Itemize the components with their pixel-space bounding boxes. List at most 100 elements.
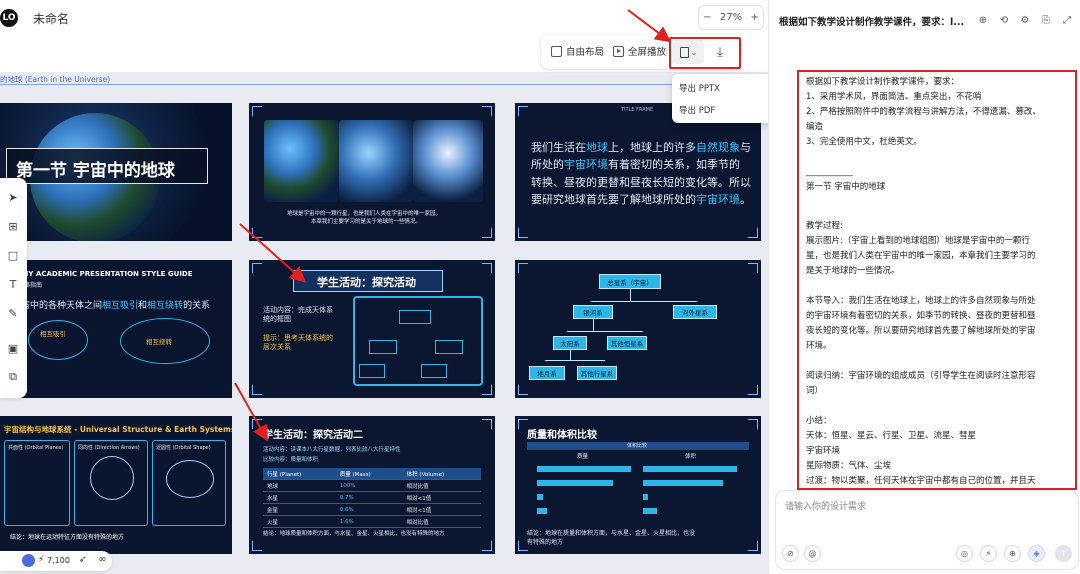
- rocket-icon[interactable]: ➶: [79, 555, 87, 565]
- chart-bar: [537, 480, 613, 486]
- tree-node: 总星系（宇宙）: [599, 274, 661, 289]
- settings-icon[interactable]: ⚙: [1019, 14, 1031, 26]
- tree-node: 其他恒星系: [607, 336, 647, 350]
- expand-icon[interactable]: ⤢: [1061, 14, 1073, 26]
- orbit-ellipse: [166, 460, 214, 498]
- slide-paragraph-line: 我们生活在地球上，地球上的许多自然现象与: [531, 141, 751, 154]
- tree-node: 银河系: [573, 305, 613, 319]
- idea-icon[interactable]: ◎: [956, 545, 973, 562]
- chart-bar: [643, 494, 648, 500]
- slide-title: 学生活动：探究活动二: [263, 430, 363, 441]
- chat-input-box[interactable]: 请输入你的设计需求 ⊘ @ ◎ ⚡ ⊕ ◈ ↑: [775, 490, 1079, 570]
- annotation-highlight-box: [669, 37, 741, 69]
- slide-6[interactable]: 总星系（宇宙） 银河系 河外星系 太阳系 其他恒星系 地月系 其他行星系: [515, 260, 761, 398]
- slide-conclusion: 有特殊的地方: [527, 539, 564, 546]
- activity-content: 活动内容：读课本八大行星数据，列表比较八大行星特性: [263, 447, 401, 453]
- attach-icon[interactable]: ⊘: [782, 545, 799, 562]
- fullscreen-play-button[interactable]: 全屏播放: [613, 44, 666, 58]
- orbit-panel-title: 近圆性 (Orbital Shape): [156, 445, 211, 451]
- slide-caption: 地球是宇宙中的一颗行星，也是我们人类在宇宙中的唯一家园。: [287, 211, 442, 217]
- slide-title: 学生活动：探究活动: [317, 276, 416, 289]
- chart-col-label: 质量: [577, 454, 589, 460]
- chart-bar: [643, 480, 723, 486]
- chart-bar: [643, 466, 737, 472]
- table-row: 地球 100% 相对比值: [263, 479, 481, 492]
- image-tool-icon[interactable]: ▣: [6, 341, 20, 355]
- history-icon[interactable]: ⟲: [998, 14, 1010, 26]
- table-row: 火星 1.6% 相对比值: [263, 515, 481, 528]
- chart-header-label: 体积比较: [627, 443, 648, 449]
- chart-bar: [643, 508, 657, 514]
- slide-title: 宇宙结构与地球系统 - Universal Structure & Earth …: [4, 425, 232, 434]
- export-pdf-item[interactable]: 导出 PDF: [679, 104, 715, 116]
- slide-4[interactable]: APHY ACADEMIC PRESENTATION STYLE GUIDE 告…: [0, 260, 232, 398]
- pen-tool-icon[interactable]: ✎: [6, 306, 20, 320]
- tree-node: 地月系: [529, 366, 565, 380]
- table-header: 行星 (Planet): [263, 468, 336, 480]
- tree-node: 其他行星系: [577, 366, 617, 380]
- slide-tag: TITLE FRAME: [621, 107, 654, 113]
- slide-5[interactable]: 学生活动：探究活动 活动内容：完成天体系 统的框图 提示：思考天体系统的 层次关…: [249, 260, 495, 398]
- chat-title: 根据如下教学设计制作教学课件，要求：l...: [779, 17, 965, 28]
- infinity-icon[interactable]: ∞: [98, 554, 106, 565]
- export-pptx-item[interactable]: 导出 PPTX: [679, 82, 720, 94]
- select-tool-icon[interactable]: ➤: [6, 190, 20, 204]
- add-icon[interactable]: ⊕: [977, 14, 989, 26]
- slide-1[interactable]: 第一节 宇宙中的地球: [0, 103, 232, 241]
- send-icon[interactable]: ↑: [1055, 545, 1072, 562]
- zoom-control[interactable]: − 27% +: [698, 5, 764, 30]
- tree-node: 河外星系: [673, 305, 717, 319]
- activity-compare: 比较内容：质量和体积: [263, 457, 319, 463]
- planet-table: 行星 (Planet) 质量 (Mass) 体积 (Volume) 地球 100%…: [263, 468, 481, 528]
- shape-tool-icon[interactable]: □: [6, 248, 20, 262]
- text-tool-icon[interactable]: T: [6, 277, 20, 291]
- slide-2[interactable]: 地球是宇宙中的一颗行星，也是我们人类在宇宙中的唯一家园。 本章我们主要学习的是关…: [249, 103, 495, 241]
- orbit-panel: [4, 440, 70, 526]
- lightning-mode-icon[interactable]: ⚡: [980, 545, 997, 562]
- app-logo[interactable]: LO: [0, 9, 18, 27]
- chart-col-label: 体积: [685, 454, 697, 460]
- fullscreen-play-label: 全屏播放: [628, 47, 667, 58]
- activity-hint: 层次关系: [263, 343, 291, 351]
- deep-think-icon[interactable]: ◈: [1028, 545, 1045, 562]
- zoom-in-button[interactable]: +: [750, 12, 758, 23]
- free-layout-button[interactable]: 自由布局: [551, 44, 604, 58]
- slide-8[interactable]: 学生活动：探究活动二 活动内容：读课本八大行星数据，列表比较八大行星特性 比较内…: [249, 416, 495, 554]
- slide-3[interactable]: TITLE FRAME 我们生活在地球上，地球上的许多自然现象与 所处的宇宙环境…: [515, 103, 761, 241]
- media-tool-icon[interactable]: ⧉: [6, 370, 20, 384]
- canvas-area[interactable]: 第一节 宇宙中的地球 地球是宇宙中的一颗行星，也是我们人类在宇宙中的唯一家园。 …: [0, 0, 768, 574]
- tree-node: 太阳系: [553, 336, 587, 350]
- tool-rail: ➤ ⊞ □ T ✎ ▣ ⧉: [0, 178, 27, 398]
- slide-paragraph-line: 转换、昼夜的更替和昼夜长短的变化等。所以: [531, 176, 751, 189]
- document-title[interactable]: 未命名: [33, 10, 69, 27]
- attraction-label: 相互吸引: [40, 330, 66, 338]
- zoom-out-button[interactable]: −: [703, 12, 711, 23]
- slide-guide-title: APHY ACADEMIC PRESENTATION STYLE GUIDE: [12, 270, 193, 278]
- globe-icon[interactable]: ⊕: [1004, 545, 1021, 562]
- table-row: 水星 0.7% 相对<1值: [263, 491, 481, 504]
- table-header: 体积 (Volume): [402, 468, 481, 480]
- slide-conclusion: 结论：地球质量和体积方面，与水星、金星、火星相比，也没有特殊的地方: [263, 531, 445, 537]
- slide-7[interactable]: 宇宙结构与地球系统 - Universal Structure & Earth …: [0, 416, 232, 554]
- table-row: 金星 0.6% 相对<1值: [263, 503, 481, 516]
- lightning-icon: ⚡: [38, 555, 45, 565]
- free-layout-label: 自由布局: [566, 47, 605, 58]
- add-frame-icon[interactable]: ⊞: [6, 219, 20, 233]
- slide-9[interactable]: 质量和体积比较 体积比较 质量 体积 结论：地球在质量和体积方面，与水星、金星、…: [515, 416, 761, 554]
- play-icon: [613, 45, 624, 57]
- orbit-circles: [90, 456, 134, 500]
- framework-box: [435, 340, 463, 354]
- attraction-diagram: [28, 320, 88, 360]
- framework-box: [369, 340, 397, 354]
- avatar[interactable]: [22, 554, 35, 567]
- export-dropdown: 导出 PPTX 导出 PDF: [672, 74, 768, 123]
- slide-caption: 本章我们主要学习的是关于地球的一些情况。: [311, 219, 422, 225]
- share-icon[interactable]: ⎘: [1040, 14, 1052, 26]
- zoom-value: 27%: [719, 12, 743, 23]
- bottom-status-bar: ⚡ 7,100 ➶ ∞: [0, 551, 112, 571]
- earth-photo-3: [413, 120, 483, 202]
- framework-box: [399, 310, 431, 324]
- chart-bar: [537, 508, 547, 514]
- mention-icon[interactable]: @: [804, 545, 821, 562]
- orbit-label: 相互绕转: [146, 338, 172, 346]
